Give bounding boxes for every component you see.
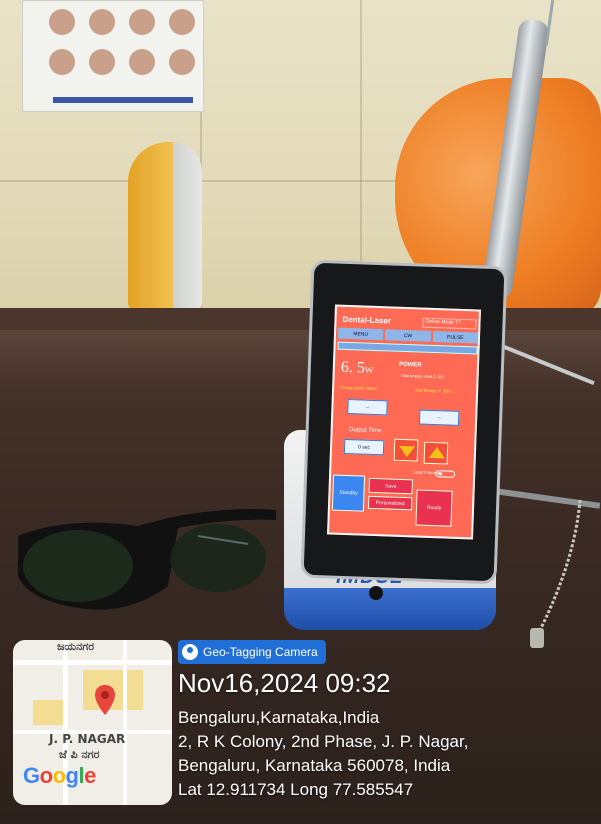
mode-select[interactable] [337, 341, 478, 355]
poster-face [169, 49, 195, 75]
map-road [123, 640, 127, 805]
map-label-top: ಜಯನಗರ [57, 640, 95, 653]
wall-poster [22, 0, 204, 112]
tab-pulse[interactable]: PULSE [432, 330, 479, 344]
output-time-label: Output Time [348, 427, 382, 435]
screen-tabs: MENU CW PULSE [337, 327, 479, 344]
ready-button[interactable]: Ready [415, 489, 453, 527]
google-logo: Google [23, 763, 96, 788]
table-reflection [0, 330, 601, 390]
geo-address-line2: Bengaluru, Karnataka 560078, India [178, 756, 451, 775]
location-map[interactable]: ಜಯನಗರ J. P. NAGAR ಜೆ ಪಿ ನಗರ Google [13, 640, 172, 805]
laser-device: Dental-Laser Online Mode 77 MENU CW PULS… [300, 259, 508, 585]
total-energy-note: Total Energy: 0. 32kJ [414, 387, 452, 394]
energy-used-note: Energy Used: 0000J [340, 384, 377, 392]
geo-coordinates: Lat 12.911734 Long 77.585547 [178, 780, 414, 799]
decrease-arrow-button[interactable] [393, 438, 419, 462]
poster-face [49, 9, 75, 35]
laser-indicator-toggle[interactable] [435, 470, 456, 478]
tab-menu[interactable]: MENU [337, 327, 384, 341]
geo-datetime: Nov16,2024 09:32 [178, 668, 391, 698]
output-time-box[interactable]: 0 sec [343, 438, 385, 456]
poster-face [89, 49, 115, 75]
poster-footer-bar [53, 97, 193, 103]
location-icon [182, 644, 198, 660]
geo-tagging-badge: Geo-Tagging Camera [178, 640, 326, 664]
dock-knob [369, 586, 383, 600]
poster-face [49, 49, 75, 75]
map-area-label: J. P. NAGAR [49, 732, 126, 746]
save-button[interactable]: Save [368, 477, 414, 495]
right-value-box[interactable]: -- [418, 409, 460, 426]
power-label: POWER [398, 361, 422, 369]
screen-badge: Online Mode 77 [422, 317, 477, 330]
map-area [33, 700, 63, 725]
map-area-label-local: ಜೆ ಪಿ ನಗರ [59, 748, 100, 761]
poster-face [89, 9, 115, 35]
geo-city: Bengaluru,Karnataka,India [178, 708, 380, 727]
power-value: 6. 5W [340, 358, 374, 377]
geo-address-line1: 2, R K Colony, 2nd Phase, J. P. Nagar, [178, 732, 469, 751]
map-pin-icon [95, 685, 115, 715]
map-road [13, 660, 172, 665]
geo-tagging-label: Geo-Tagging Camera [203, 645, 318, 659]
dental-chair-back [128, 142, 202, 312]
standby-button[interactable]: Standby [331, 474, 366, 512]
device-screen: Dental-Laser Online Mode 77 MENU CW PULS… [327, 304, 481, 540]
energy-note: Total energy used 0. 32J [400, 372, 445, 380]
poster-face [129, 49, 155, 75]
device-dock-base [284, 588, 496, 630]
personalized-button[interactable]: Personalized [367, 495, 413, 511]
screen-title: Dental-Laser [342, 314, 392, 326]
left-value-box[interactable]: -- [347, 399, 388, 416]
key-chain [530, 500, 582, 648]
increase-arrow-button[interactable] [423, 441, 449, 465]
poster-face [169, 9, 195, 35]
tab-cw[interactable]: CW [385, 329, 431, 342]
safety-glasses [18, 509, 276, 610]
poster-face [129, 9, 155, 35]
